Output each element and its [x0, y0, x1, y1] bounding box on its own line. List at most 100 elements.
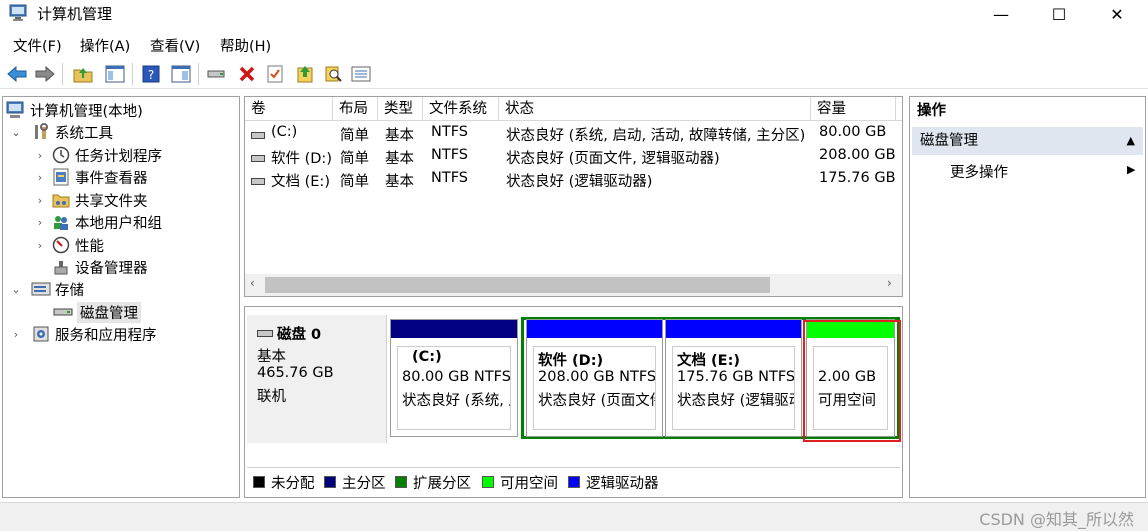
tree-item-root[interactable]: 计算机管理(本地)	[6, 99, 143, 121]
status-bar: CSDN @知其_所以然	[0, 502, 1148, 531]
tree-label: 性能	[75, 238, 104, 255]
highlight-box	[803, 320, 901, 442]
menu-view[interactable]: 查看(V)	[150, 35, 200, 56]
maximize-button[interactable]: ☐	[1030, 0, 1088, 28]
collapsed-chevron-icon[interactable]: ›	[33, 171, 47, 184]
legend-swatch-logical	[568, 476, 580, 488]
col-header-filesystem[interactable]: 文件系统	[423, 97, 499, 121]
partition-c[interactable]: (C:) 80.00 GB NTFS 状态良好 (系统, 启	[390, 319, 518, 437]
computer-management-icon	[6, 101, 26, 119]
actions-section-disk-management[interactable]: 磁盘管理 ▲	[912, 127, 1143, 155]
horizontal-scrollbar[interactable]: ‹ ›	[245, 274, 902, 296]
partition-body: (C:) 80.00 GB NTFS 状态良好 (系统, 启	[397, 346, 511, 430]
tree-item-shared-folders[interactable]: › 共享文件夹	[33, 189, 148, 211]
col-header-status[interactable]: 状态	[499, 97, 811, 121]
forward-arrow-icon[interactable]	[34, 63, 56, 85]
volume-list: 卷 布局 类型 文件系统 状态 容量 (C:) 简单 基本 NTFS 状态良好 …	[244, 96, 903, 297]
table-row[interactable]: (C:) 简单 基本 NTFS 状态良好 (系统, 启动, 活动, 故障转储, …	[245, 122, 902, 145]
collapsed-chevron-icon[interactable]: ›	[33, 216, 47, 229]
disk-name-row: 磁盘 0	[257, 323, 321, 344]
tree-item-storage[interactable]: ⌄ 存储	[9, 278, 84, 300]
partition-color-bar	[391, 320, 517, 338]
collapsed-chevron-icon[interactable]: ›	[9, 328, 23, 341]
window-title: 计算机管理	[37, 5, 113, 23]
tree-item-local-users[interactable]: › 本地用户和组	[33, 211, 162, 233]
col-header-capacity[interactable]: 容量	[811, 97, 896, 121]
legend: 未分配 主分区 扩展分区 可用空间 逻辑驱动器	[247, 467, 900, 493]
cell-capacity: 208.00 GB	[819, 147, 896, 163]
shared-folder-icon	[51, 191, 71, 209]
drive-icon	[251, 128, 265, 144]
collapsed-chevron-icon[interactable]: ›	[33, 194, 47, 207]
cell-status: 状态良好 (页面文件, 逻辑驱动器)	[506, 151, 720, 167]
partition-d[interactable]: 软件 (D:) 208.00 GB NTFS 状态良好 (页面文件	[526, 319, 663, 437]
scroll-left-arrow[interactable]: ‹	[250, 276, 255, 290]
event-log-icon	[51, 168, 71, 186]
cell-type: 基本	[385, 128, 414, 144]
partition-size: 175.76 GB NTFS	[677, 369, 795, 385]
col-header-type[interactable]: 类型	[378, 97, 423, 121]
cell-status: 状态良好 (系统, 启动, 活动, 故障转储, 主分区)	[506, 128, 806, 144]
actions-pane: 操作 磁盘管理 ▲ 更多操作 ▶	[909, 96, 1146, 498]
minimize-button[interactable]: —	[972, 0, 1030, 28]
legend-label: 逻辑驱动器	[586, 476, 659, 492]
computer-management-icon	[9, 4, 29, 22]
cell-filesystem: NTFS	[431, 170, 468, 186]
cell-type: 基本	[385, 151, 414, 167]
collapse-triangle-icon[interactable]: ▲	[1127, 127, 1135, 155]
submenu-arrow-icon[interactable]: ▶	[1127, 163, 1135, 176]
tree-item-event-viewer[interactable]: › 事件查看器	[33, 166, 148, 188]
table-row[interactable]: 软件 (D:) 简单 基本 NTFS 状态良好 (页面文件, 逻辑驱动器) 20…	[245, 145, 902, 168]
storage-icon	[31, 280, 51, 298]
col-header-volume[interactable]: 卷	[245, 97, 333, 121]
collapsed-chevron-icon[interactable]: ›	[33, 149, 47, 162]
disk-size: 465.76 GB	[257, 365, 334, 381]
list-view-icon[interactable]	[350, 63, 372, 85]
tree-item-device-manager[interactable]: 设备管理器	[47, 256, 148, 278]
cell-filesystem: NTFS	[431, 147, 468, 163]
menu-help[interactable]: 帮助(H)	[220, 35, 271, 56]
disk-info-box[interactable]: 磁盘 0 基本 465.76 GB 联机	[247, 315, 387, 443]
legend-swatch-unallocated	[253, 476, 265, 488]
collapsed-chevron-icon[interactable]: ›	[33, 239, 47, 252]
tree-item-services-apps[interactable]: › 服务和应用程序	[9, 323, 157, 345]
help-icon[interactable]: ?	[140, 63, 162, 85]
legend-swatch-free	[482, 476, 494, 488]
close-button[interactable]: ✕	[1088, 0, 1146, 28]
delete-icon[interactable]	[236, 63, 258, 85]
back-arrow-icon[interactable]	[6, 63, 28, 85]
cell-layout: 简单	[340, 128, 369, 144]
table-row[interactable]: 文档 (E:) 简单 基本 NTFS 状态良好 (逻辑驱动器) 175.76 G…	[245, 168, 902, 191]
partition-body: 文档 (E:) 175.76 GB NTFS 状态良好 (逻辑驱动	[672, 346, 795, 430]
legend-label: 主分区	[342, 476, 386, 492]
partition-size: 208.00 GB NTFS	[538, 369, 656, 385]
disk-drive-icon	[257, 329, 273, 337]
col-header-layout[interactable]: 布局	[333, 97, 378, 121]
show-hide-tree-icon[interactable]	[104, 63, 126, 85]
tree-item-performance[interactable]: › 性能	[33, 234, 104, 256]
checklist-icon[interactable]	[264, 63, 286, 85]
search-icon[interactable]	[322, 63, 344, 85]
partition-e[interactable]: 文档 (E:) 175.76 GB NTFS 状态良好 (逻辑驱动	[665, 319, 802, 437]
more-actions-item[interactable]: 更多操作	[950, 161, 1008, 182]
section-label: 磁盘管理	[920, 133, 978, 149]
menu-file[interactable]: 文件(F)	[13, 35, 62, 56]
scrollbar-thumb[interactable]	[265, 277, 770, 293]
expanded-chevron-icon[interactable]: ⌄	[9, 283, 23, 296]
tree-label: 任务计划程序	[75, 148, 162, 165]
title-bar: 计算机管理 — ☐ ✕	[0, 0, 1148, 30]
cell-status: 状态良好 (逻辑驱动器)	[506, 174, 653, 190]
tree-label: 共享文件夹	[75, 193, 148, 210]
properties-pane-icon[interactable]	[170, 63, 192, 85]
connect-drive-icon[interactable]	[206, 63, 228, 85]
tree-label: 事件查看器	[75, 170, 148, 187]
tree-item-task-scheduler[interactable]: › 任务计划程序	[33, 144, 162, 166]
up-folder-icon[interactable]	[72, 63, 94, 85]
tree-item-disk-management[interactable]: 磁盘管理	[53, 301, 141, 323]
menu-action[interactable]: 操作(A)	[80, 35, 130, 56]
partition-title: (C:)	[412, 349, 442, 365]
import-icon[interactable]	[294, 63, 316, 85]
tree-item-system-tools[interactable]: ⌄ 系统工具	[9, 121, 113, 143]
scroll-right-arrow[interactable]: ›	[887, 276, 892, 290]
expanded-chevron-icon[interactable]: ⌄	[9, 126, 23, 139]
